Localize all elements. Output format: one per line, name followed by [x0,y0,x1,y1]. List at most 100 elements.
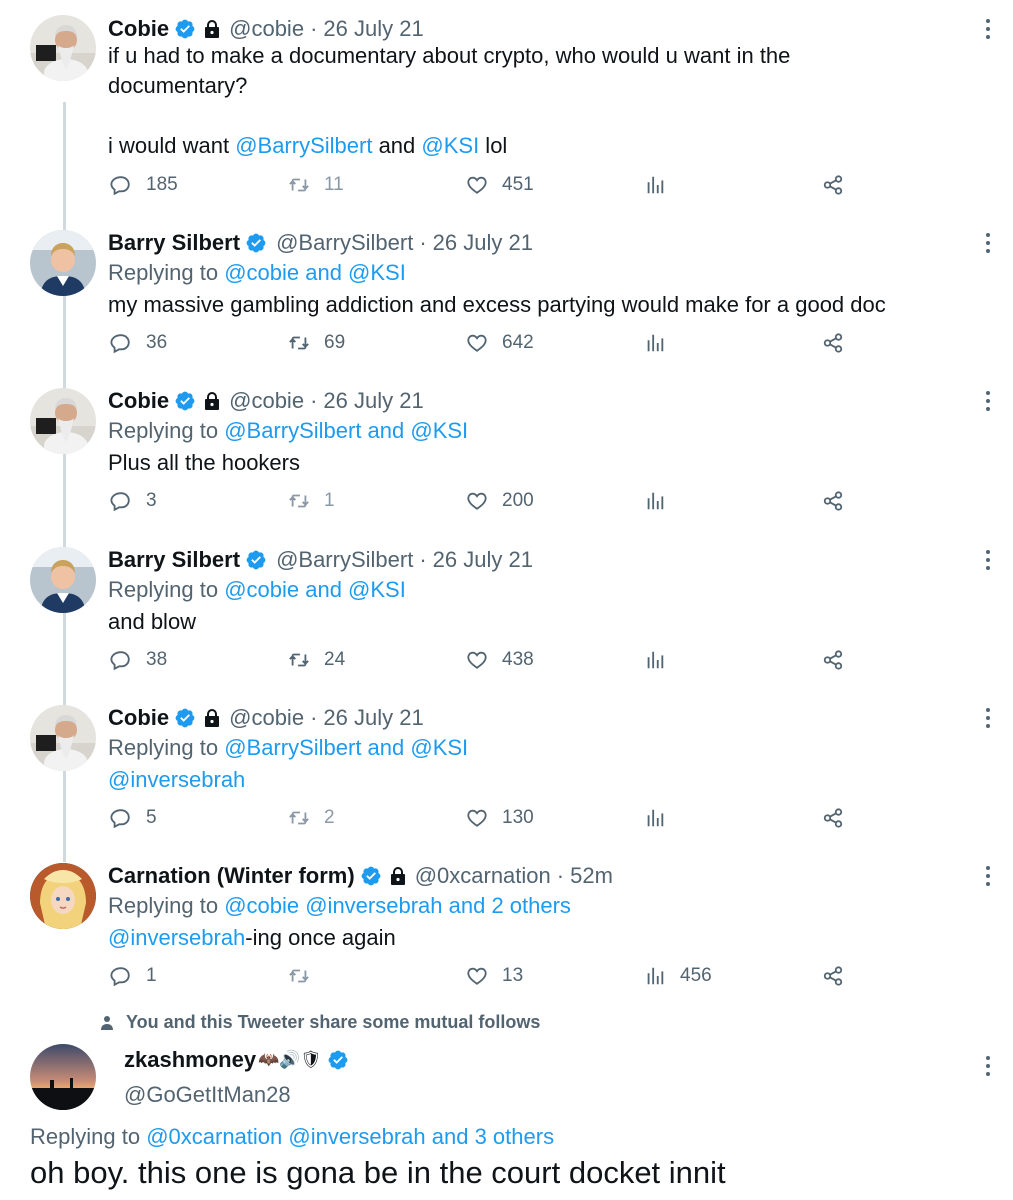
display-name[interactable]: Carnation (Winter form) [108,863,355,889]
person-icon [101,1015,113,1030]
display-name[interactable]: Cobie [108,388,169,414]
retweet-button[interactable] [288,961,324,991]
retweet-button[interactable]: 11 [288,170,344,200]
views-count: 456 [680,965,712,986]
tweet[interactable]: Barry Silbert @BarrySilbert · 26 July 21… [0,543,1013,693]
more-options-icon[interactable] [985,865,991,887]
reply-button[interactable]: 1 [110,961,157,991]
tweet-text: @inversebrah-ing once again [108,923,396,953]
replying-prefix: Replying to [108,893,225,918]
like-button[interactable]: 13 [466,961,523,991]
more-options-icon[interactable] [985,18,991,40]
more-options-icon[interactable] [985,232,991,254]
avatar[interactable] [30,705,96,771]
user-handle[interactable]: @cobie [229,388,304,414]
tweet[interactable]: Cobie @cobie · 26 July 21 Replying to @B… [0,384,1013,534]
tweet[interactable]: Cobie @cobie · 26 July 21 Replying to @B… [0,701,1013,851]
display-name[interactable]: Barry Silbert [108,547,240,573]
user-handle[interactable]: @GoGetItMan28 [124,1082,291,1108]
share-button[interactable] [822,486,858,516]
more-options-icon[interactable] [985,549,991,571]
display-name[interactable]: Cobie [108,705,169,731]
display-name[interactable]: Barry Silbert [108,230,240,256]
replying-targets[interactable]: @cobie and @KSI [224,260,406,285]
views-button[interactable] [644,328,680,358]
tweet[interactable]: Barry Silbert @BarrySilbert · 26 July 21… [0,226,1013,376]
retweet-icon [288,490,310,512]
avatar[interactable] [30,388,96,454]
avatar[interactable] [30,15,96,81]
tweet-date[interactable]: 26 July 21 [323,16,423,42]
views-button[interactable] [644,803,680,833]
mention-link[interactable]: @inversebrah [108,925,245,950]
share-button[interactable] [822,961,858,991]
tweet-date[interactable]: 26 July 21 [433,230,533,256]
reply-button[interactable]: 3 [110,486,157,516]
avatar[interactable] [30,230,96,296]
user-handle[interactable]: @cobie [229,16,304,42]
avatar[interactable] [30,547,96,613]
replying-targets[interactable]: @cobie @inversebrah and 2 others [224,893,571,918]
user-handle[interactable]: @BarrySilbert [276,230,413,256]
views-button[interactable]: 456 [644,961,712,991]
mention-link[interactable]: @BarrySilbert [235,133,372,158]
reply-button[interactable]: 185 [110,170,178,200]
like-button[interactable]: 451 [466,170,534,200]
views-button[interactable] [644,486,680,516]
user-handle[interactable]: @cobie [229,705,304,731]
text-span: -ing once again [245,925,396,950]
share-icon [822,490,844,512]
retweet-button[interactable]: 24 [288,645,345,675]
like-button[interactable]: 200 [466,486,534,516]
reply-count: 38 [146,649,168,670]
reply-count: 5 [146,807,157,828]
heart-icon [466,490,488,512]
like-button[interactable]: 438 [466,645,534,675]
text-span: and [372,133,422,158]
views-button[interactable] [644,645,680,675]
reply-icon [110,332,132,354]
share-button[interactable] [822,803,858,833]
tweet-date[interactable]: 26 July 21 [323,705,423,731]
share-button[interactable] [822,645,858,675]
display-name[interactable]: zkashmoney [124,1047,256,1073]
views-button[interactable] [644,170,680,200]
retweet-button[interactable]: 2 [288,803,335,833]
verified-badge-icon [174,707,196,729]
more-options-icon[interactable] [985,390,991,412]
tweet-date[interactable]: 52m [570,863,613,889]
tweet-date[interactable]: 26 July 21 [433,547,533,573]
display-name[interactable]: Cobie [108,16,169,42]
replying-targets[interactable]: @0xcarnation @inversebrah and 3 others [146,1124,554,1149]
retweet-button[interactable]: 1 [288,486,335,516]
reply-button[interactable]: 38 [110,645,167,675]
replying-targets[interactable]: @BarrySilbert and @KSI [224,418,468,443]
more-options-icon[interactable] [985,707,991,729]
mention-link[interactable]: @inversebrah [108,767,245,792]
heart-icon [466,807,488,829]
tweet-actions: 185 11 451 [108,170,868,200]
retweet-button[interactable]: 69 [288,328,345,358]
separator-dot: · [419,547,427,572]
mention-link[interactable]: @KSI [421,133,479,158]
reply-button[interactable]: 5 [110,803,157,833]
tweet[interactable]: Carnation (Winter form) @0xcarnation · 5… [0,859,1013,1009]
user-handle[interactable]: @BarrySilbert [276,547,413,573]
reply-button[interactable]: 36 [110,328,167,358]
tweet-actions: 5 2 130 [108,803,868,833]
replying-targets[interactable]: @BarrySilbert and @KSI [224,735,468,760]
avatar[interactable] [30,1044,96,1110]
retweet-icon [288,174,310,196]
separator-dot: · [310,705,318,730]
like-button[interactable]: 642 [466,328,534,358]
share-button[interactable] [822,328,858,358]
like-button[interactable]: 130 [466,803,534,833]
user-handle[interactable]: @0xcarnation [415,863,551,889]
avatar[interactable] [30,863,96,929]
share-button[interactable] [822,170,858,200]
tweet-date[interactable]: 26 July 21 [323,388,423,414]
tweet[interactable]: Cobie @cobie · 26 July 21 if u had to ma… [0,12,1013,212]
more-options-icon[interactable] [985,1055,991,1077]
replying-targets[interactable]: @cobie and @KSI [224,577,406,602]
replying-to: Replying to @cobie and @KSI [108,260,406,286]
